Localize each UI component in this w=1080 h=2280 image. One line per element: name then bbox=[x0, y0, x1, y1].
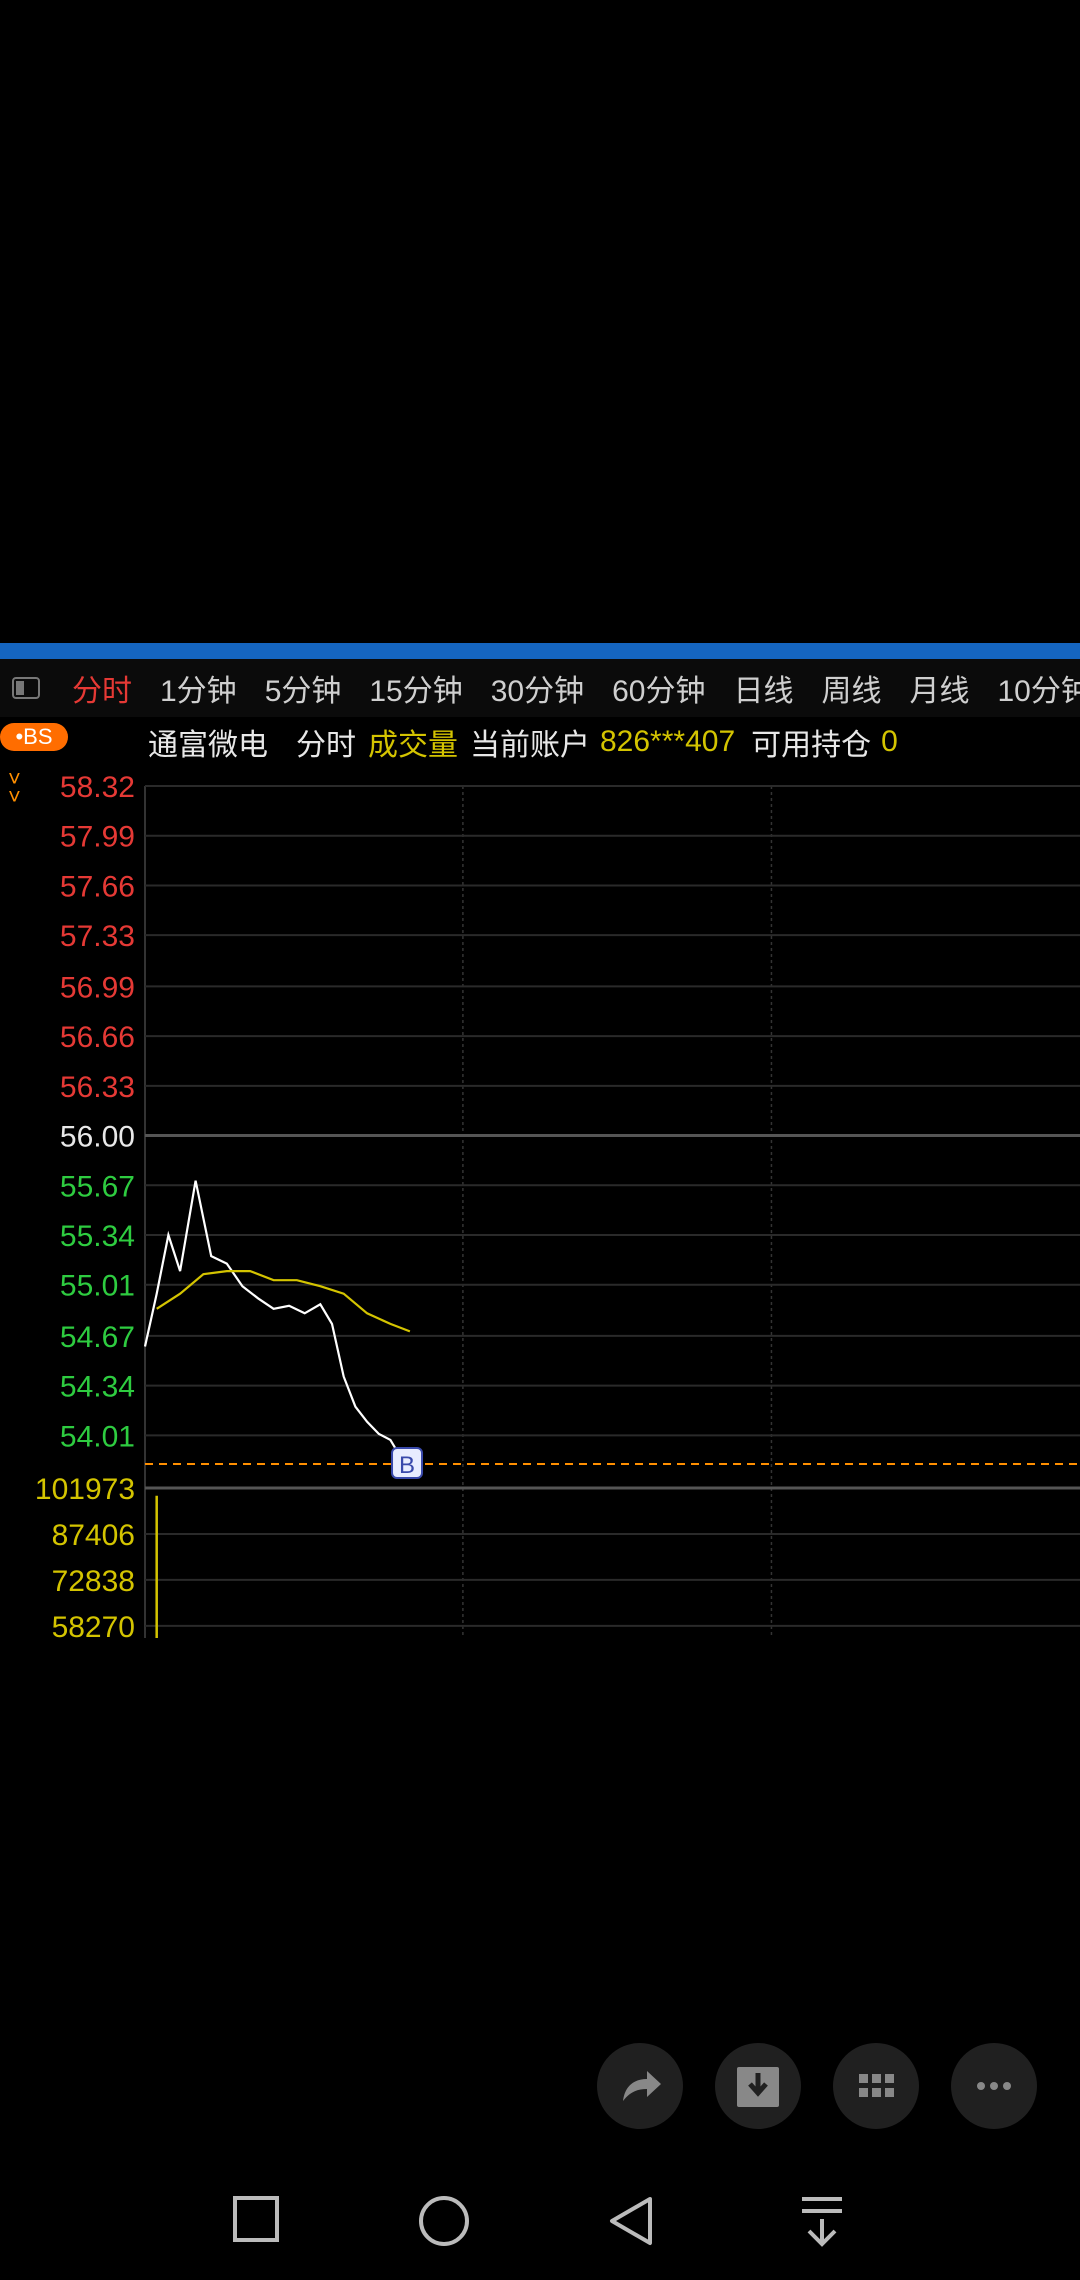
stock-name: 通富微电 bbox=[148, 729, 268, 762]
more-icon bbox=[977, 2082, 1011, 2090]
price-tick-label: 56.00 bbox=[60, 1121, 135, 1154]
chart-series: B bbox=[143, 1180, 1080, 1638]
sidebar-toggle-icon[interactable] bbox=[12, 677, 40, 699]
view-label: 分时 bbox=[296, 729, 356, 762]
tab-15min[interactable]: 15分钟 bbox=[355, 666, 476, 710]
buy-marker-label: B bbox=[399, 1452, 415, 1479]
download-button[interactable] bbox=[715, 2043, 801, 2129]
account-label: 当前账户 bbox=[470, 729, 590, 762]
tab-30min[interactable]: 30分钟 bbox=[477, 666, 598, 710]
bs-toggle-badge[interactable]: •BS bbox=[0, 723, 68, 751]
chart-grid bbox=[144, 785, 1080, 1638]
volume-tick-label: 72838 bbox=[52, 1565, 135, 1598]
intraday-chart[interactable]: 58.32 57.99 57.66 57.33 56.99 56.66 56.33 56.00… bbox=[0, 760, 1080, 1640]
dropdown-nav-icon[interactable] bbox=[799, 2195, 845, 2247]
price-tick-label: 56.99 bbox=[60, 971, 135, 1004]
price-tick-label: 54.01 bbox=[60, 1420, 135, 1453]
account-number: 826***407 bbox=[600, 725, 736, 758]
price-tick-label: 55.67 bbox=[60, 1170, 135, 1203]
price-tick-label: 56.33 bbox=[60, 1071, 135, 1104]
back-nav-icon[interactable] bbox=[606, 2195, 656, 2247]
price-tick-label: 54.67 bbox=[60, 1321, 135, 1354]
indicator-label[interactable]: 成交量 bbox=[368, 720, 458, 764]
price-line bbox=[143, 1180, 404, 1461]
tab-weekly[interactable]: 周线 bbox=[808, 666, 896, 710]
price-tick-label: 55.34 bbox=[60, 1220, 135, 1253]
tab-1min[interactable]: 1分钟 bbox=[146, 666, 251, 710]
home-nav-icon[interactable] bbox=[418, 2195, 470, 2247]
period-tab-bar: 分时 1分钟 5分钟 15分钟 30分钟 60分钟 日线 周线 月线 10分钟 bbox=[0, 659, 1080, 717]
apps-button[interactable] bbox=[833, 2043, 919, 2129]
holdings-value: 0 bbox=[881, 725, 898, 758]
holdings-label: 可用持仓 bbox=[751, 729, 872, 762]
volume-tick-label: 58270 bbox=[52, 1611, 135, 1640]
share-icon bbox=[623, 2071, 661, 2101]
price-tick-label: 54.34 bbox=[60, 1371, 135, 1404]
header-accent-bar bbox=[0, 643, 1080, 659]
volume-tick-label: 87406 bbox=[52, 1519, 135, 1552]
tab-daily[interactable]: 日线 bbox=[720, 666, 808, 710]
grid-icon bbox=[859, 2074, 894, 2097]
average-line bbox=[156, 1270, 411, 1333]
tab-5min[interactable]: 5分钟 bbox=[251, 666, 356, 710]
volume-tick-label: 101973 bbox=[35, 1473, 135, 1506]
recents-nav-icon[interactable] bbox=[232, 2195, 280, 2243]
price-tick-label: 57.66 bbox=[60, 870, 135, 903]
volume-axis-labels: 101973 87406 72838 58270 bbox=[35, 1473, 135, 1640]
tab-10min[interactable]: 10分钟 bbox=[984, 666, 1080, 710]
tab-intraday[interactable]: 分时 bbox=[58, 666, 146, 710]
price-tick-label: 57.99 bbox=[60, 821, 135, 854]
price-axis-labels: 58.32 57.99 57.66 57.33 56.99 56.66 56.33 56.00… bbox=[60, 771, 135, 1453]
price-tick-label: 57.33 bbox=[60, 920, 135, 953]
more-button[interactable] bbox=[951, 2043, 1037, 2129]
download-icon bbox=[737, 2067, 779, 2107]
tab-60min[interactable]: 60分钟 bbox=[598, 666, 719, 710]
price-tick-label: 55.01 bbox=[60, 1270, 135, 1303]
price-tick-label: 56.66 bbox=[60, 1021, 135, 1054]
tab-monthly[interactable]: 月线 bbox=[896, 666, 984, 710]
price-tick-label: 58.32 bbox=[60, 771, 135, 804]
share-button[interactable] bbox=[597, 2043, 683, 2129]
